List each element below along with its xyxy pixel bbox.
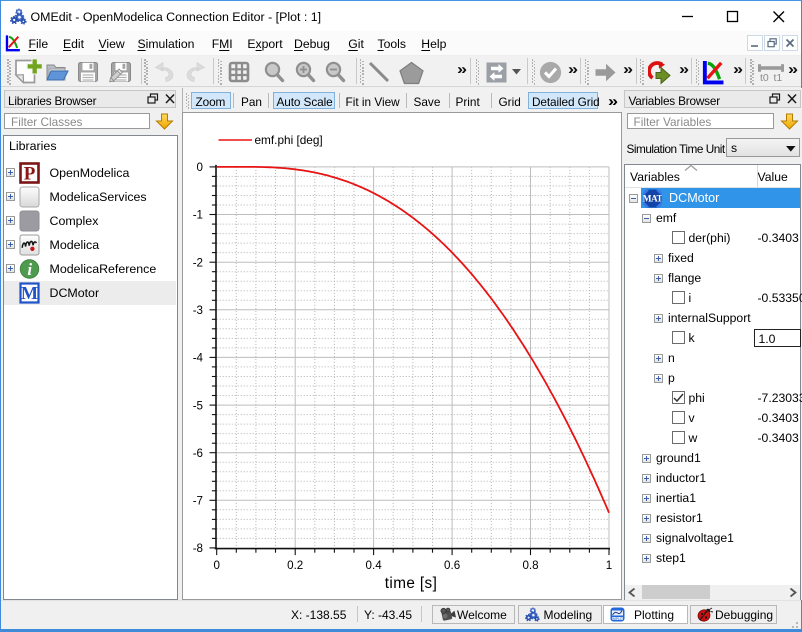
svg-text:t0: t0 [760, 72, 769, 83]
svg-text:t1: t1 [774, 72, 783, 83]
svg-text:M: M [21, 283, 38, 303]
svg-text:-2: -2 [193, 256, 203, 269]
svg-text:0: 0 [197, 161, 203, 174]
svg-text:-4: -4 [193, 351, 204, 364]
svg-text:OMPLOT: OMPLOT [610, 617, 624, 621]
svg-text:emf.phi [deg]: emf.phi [deg] [255, 133, 323, 147]
svg-text:-7: -7 [193, 494, 203, 507]
svg-text:i: i [27, 260, 32, 279]
svg-text:-1: -1 [193, 208, 203, 221]
svg-text:0.8: 0.8 [522, 559, 538, 572]
svg-text:time [s]: time [s] [385, 575, 438, 592]
svg-text:-5: -5 [193, 399, 203, 412]
svg-text:1: 1 [606, 559, 612, 572]
svg-text:-8: -8 [193, 542, 203, 555]
svg-text:MAT: MAT [643, 194, 662, 204]
svg-text:P: P [23, 164, 35, 184]
svg-text:-6: -6 [193, 446, 203, 459]
svg-text:0: 0 [213, 559, 219, 572]
svg-text:0.2: 0.2 [287, 559, 303, 572]
svg-text:0.6: 0.6 [444, 559, 460, 572]
svg-text:0.4: 0.4 [366, 559, 383, 572]
svg-text:-3: -3 [193, 304, 203, 317]
